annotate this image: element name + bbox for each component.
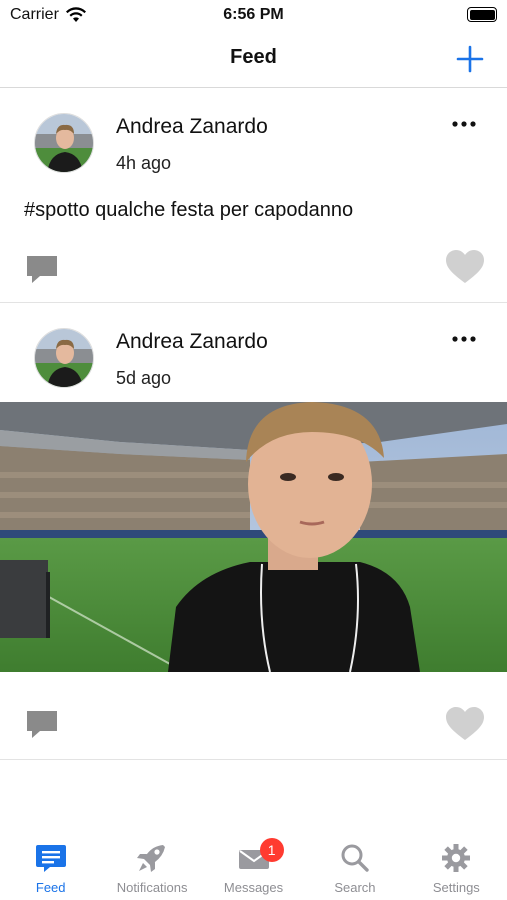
avatar-image bbox=[35, 114, 93, 172]
avatar[interactable] bbox=[34, 328, 94, 388]
post-text: #spotto qualche festa per capodanno bbox=[24, 199, 354, 221]
post-time: 5d ago bbox=[116, 368, 172, 388]
like-button[interactable] bbox=[445, 706, 485, 742]
feed-icon bbox=[35, 845, 66, 872]
comment-icon bbox=[27, 256, 57, 283]
post-time: 4h ago bbox=[116, 153, 172, 173]
stadium-selfie-image bbox=[0, 402, 507, 672]
page-title: Feed bbox=[230, 46, 277, 68]
feed-post: Andrea Zanardo 5d ago bbox=[0, 304, 507, 760]
tab-bar: Feed Notifications 1 Messages Search Set… bbox=[0, 832, 507, 900]
post-author[interactable]: Andrea Zanardo bbox=[116, 330, 268, 354]
battery-icon bbox=[467, 7, 497, 22]
clock: 6:56 PM bbox=[223, 6, 284, 23]
ellipsis-icon bbox=[452, 121, 476, 127]
status-bar: Carrier 6:56 PM bbox=[0, 0, 507, 32]
add-post-button[interactable] bbox=[455, 44, 485, 74]
tab-search[interactable]: Search bbox=[304, 832, 405, 900]
unread-badge: 1 bbox=[259, 838, 284, 862]
heart-icon bbox=[446, 250, 484, 283]
like-button[interactable] bbox=[445, 249, 485, 285]
gear-icon bbox=[442, 844, 471, 872]
post-photo[interactable] bbox=[0, 402, 507, 672]
comment-button[interactable] bbox=[26, 255, 58, 285]
heart-icon bbox=[446, 707, 484, 740]
tab-settings[interactable]: Settings bbox=[406, 832, 507, 900]
plus-icon bbox=[456, 45, 484, 73]
search-icon bbox=[341, 844, 369, 872]
comment-button[interactable] bbox=[26, 710, 58, 740]
more-options-button[interactable] bbox=[451, 334, 477, 344]
tab-label: Search bbox=[334, 880, 376, 895]
tab-label: Messages bbox=[223, 880, 284, 895]
nav-bar: Feed bbox=[0, 32, 507, 88]
more-options-button[interactable] bbox=[451, 119, 477, 129]
rocket-icon bbox=[137, 845, 166, 872]
tab-label: Feed bbox=[35, 880, 66, 895]
tab-feed[interactable]: Feed bbox=[0, 832, 101, 900]
feed-post: Andrea Zanardo 4h ago #spotto qualche fe… bbox=[0, 89, 507, 303]
tab-label: Notifications bbox=[116, 880, 188, 895]
post-author[interactable]: Andrea Zanardo bbox=[116, 115, 268, 139]
avatar[interactable] bbox=[34, 113, 94, 173]
tab-notifications[interactable]: Notifications bbox=[101, 832, 202, 900]
comment-icon bbox=[27, 711, 57, 738]
tab-label: Settings bbox=[432, 880, 480, 895]
ellipsis-icon bbox=[452, 336, 476, 342]
avatar-image bbox=[35, 329, 93, 387]
tab-messages[interactable]: 1 Messages bbox=[203, 832, 304, 900]
